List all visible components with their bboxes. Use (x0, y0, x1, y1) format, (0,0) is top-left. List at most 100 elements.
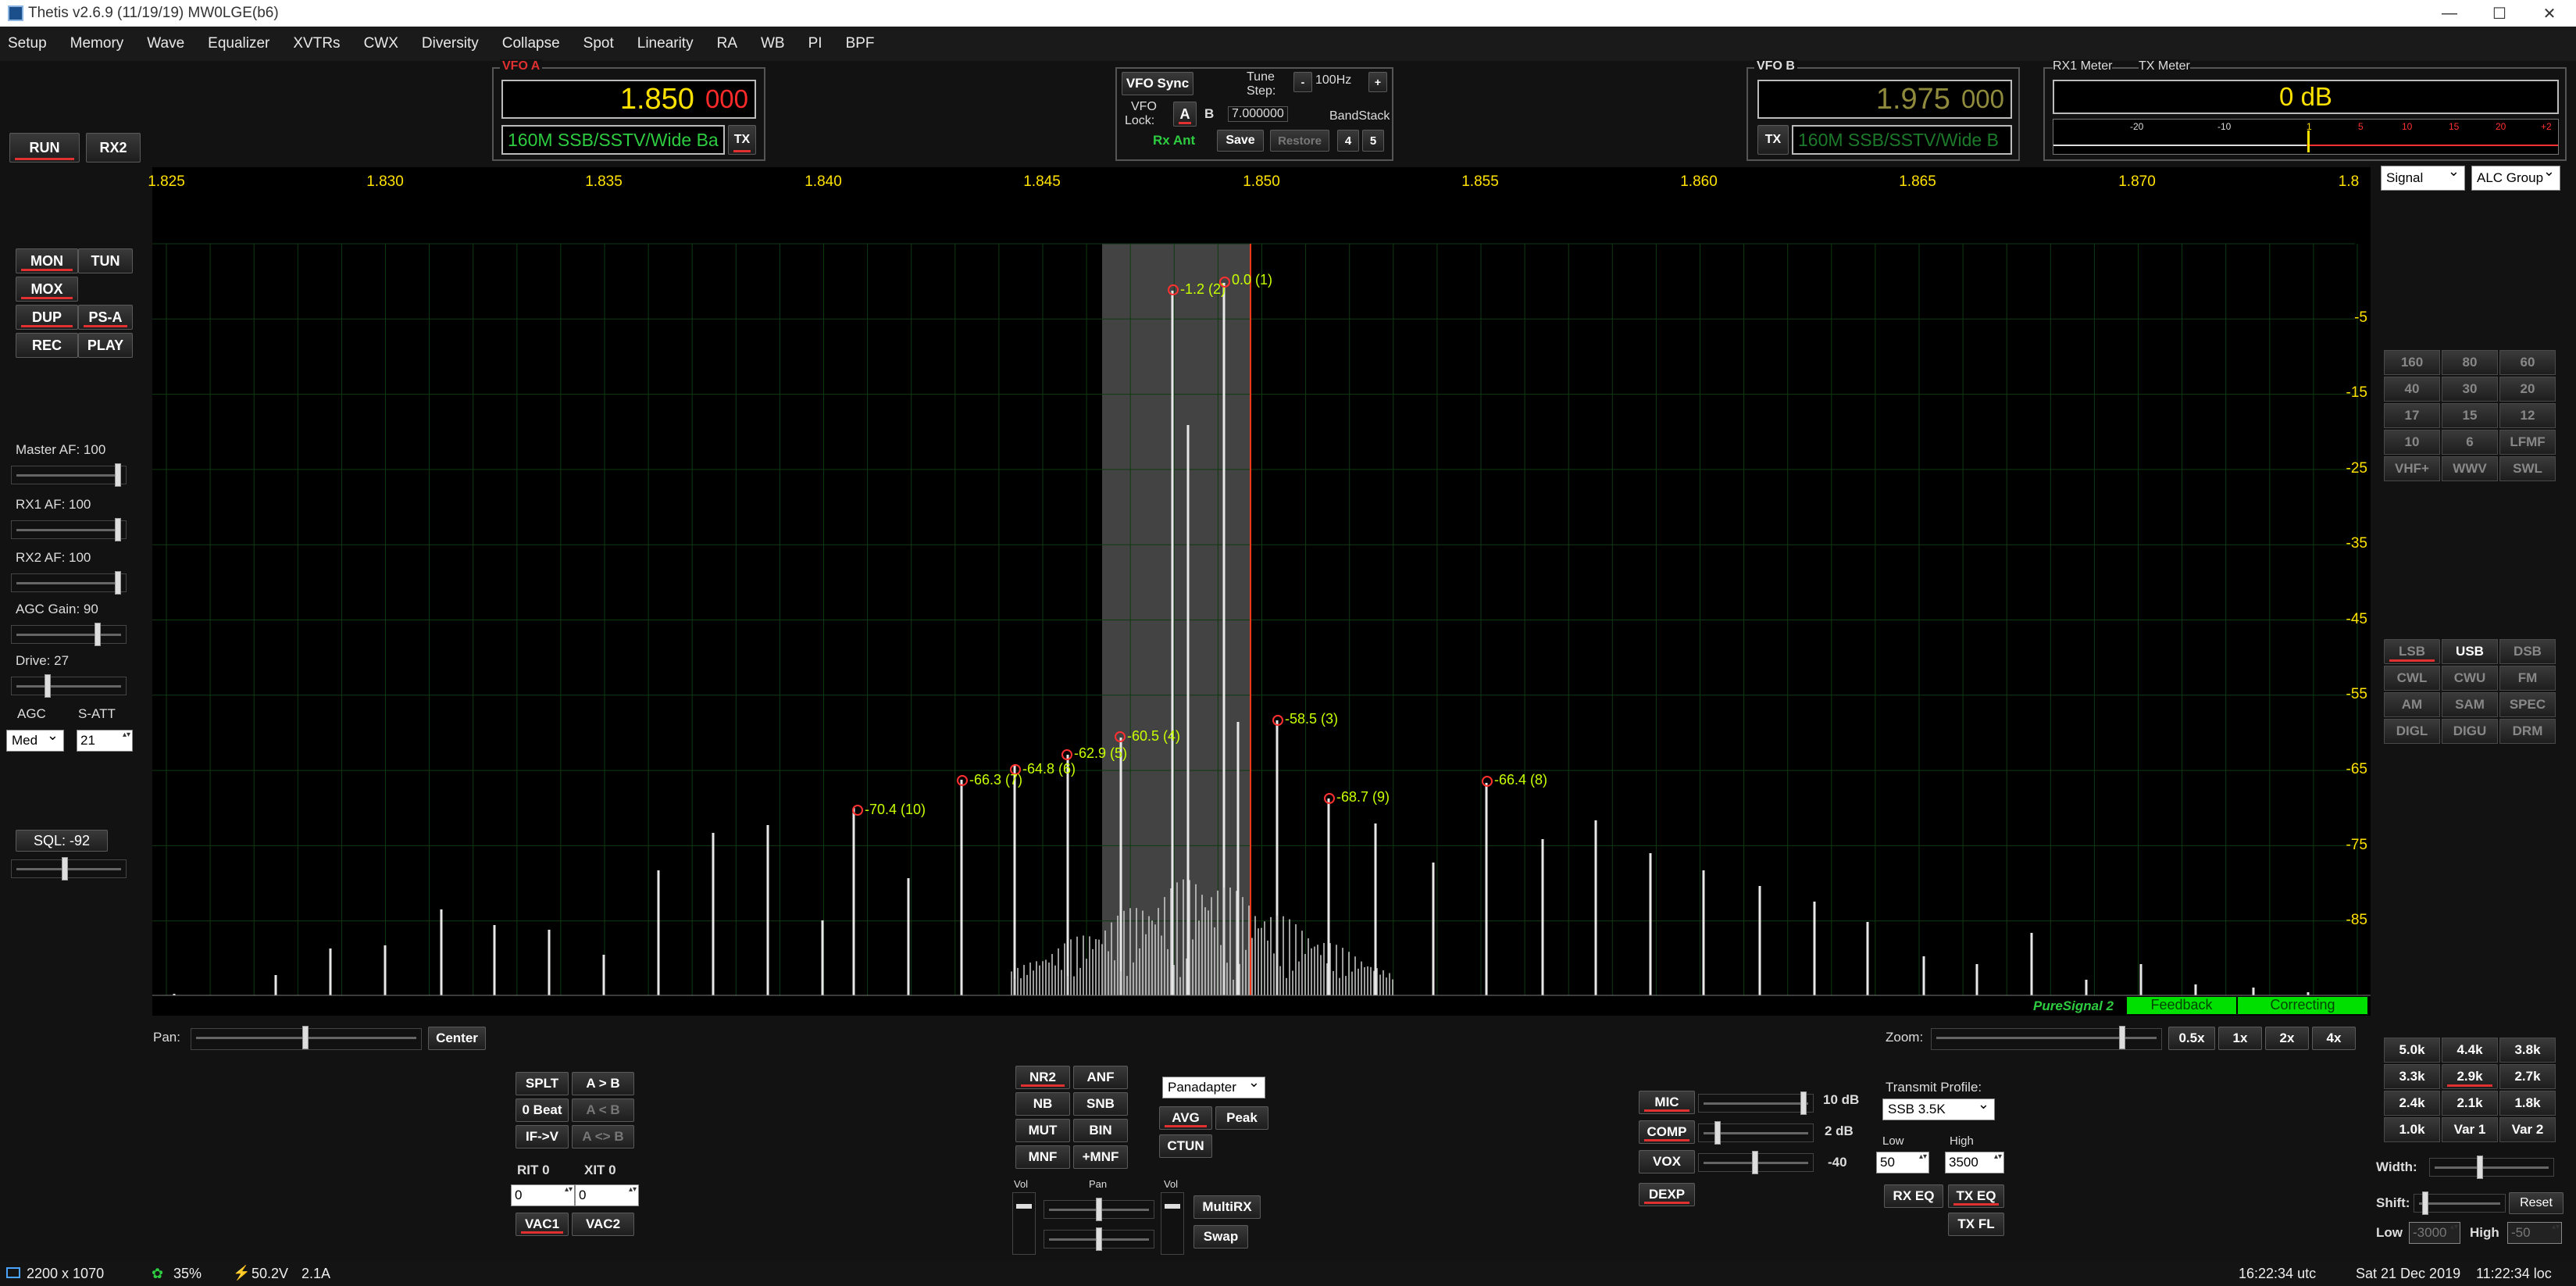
zoom-slider[interactable] (1931, 1026, 2162, 1050)
filter-5k-button[interactable]: 5.0k (2384, 1038, 2440, 1063)
zoom-2x-button[interactable]: 2x (2265, 1027, 2309, 1050)
vfo-b-tx-button[interactable]: TX (1757, 125, 1789, 155)
vfo-a-mode[interactable]: 160M SSB/SSTV/Wide Ba (501, 125, 725, 155)
nb-button[interactable]: NB (1015, 1092, 1070, 1116)
display-mode-select[interactable]: Panadapter (1162, 1074, 1265, 1098)
menu-wb[interactable]: WB (761, 35, 785, 52)
mode-fm-button[interactable]: FM (2499, 666, 2556, 691)
band-vhf-button[interactable]: VHF+ (2384, 456, 2440, 481)
peak-button[interactable]: Peak (1215, 1106, 1268, 1130)
split-button[interactable]: SPLT (516, 1072, 569, 1095)
mode-spec-button[interactable]: SPEC (2499, 692, 2556, 717)
mode-usb-button[interactable]: USB (2442, 639, 2498, 664)
band-60-button[interactable]: 60 (2499, 350, 2556, 375)
reset-button[interactable]: Reset (2509, 1192, 2564, 1214)
mox-button[interactable]: MOX (16, 277, 78, 302)
band-12-button[interactable]: 12 (2499, 403, 2556, 428)
play-button[interactable]: PLAY (78, 333, 133, 358)
filter-24k-button[interactable]: 2.4k (2384, 1091, 2440, 1116)
vfo-b-frequency[interactable]: 1.975 000 (1757, 80, 2012, 119)
vfo-a-tx-button[interactable]: TX (728, 125, 756, 155)
b-to-a-button[interactable]: A < B (572, 1098, 634, 1122)
band-wwv-button[interactable]: WWV (2442, 456, 2498, 481)
menu-diversity[interactable]: Diversity (422, 35, 479, 52)
lock-a-button[interactable]: A (1173, 102, 1197, 127)
step-plus-button[interactable]: + (1368, 72, 1387, 92)
vox-slider[interactable] (1698, 1151, 1814, 1174)
tx-high-field[interactable]: 3500 (1945, 1152, 2004, 1173)
zoom-4x-button[interactable]: 4x (2312, 1027, 2356, 1050)
tx-meter-label[interactable]: TX Meter (2139, 59, 2190, 73)
tx-low-field[interactable]: 50 (1876, 1152, 1929, 1173)
sql-slider[interactable] (11, 857, 127, 881)
menu-equalizer[interactable]: Equalizer (208, 35, 269, 52)
zoom-1x-button[interactable]: 1x (2218, 1027, 2262, 1050)
rx1-af-slider[interactable] (11, 518, 127, 541)
rx-ant-label[interactable]: Rx Ant (1153, 133, 1195, 148)
mode-lsb-button[interactable]: LSB (2384, 639, 2440, 664)
menu-memory[interactable]: Memory (70, 35, 124, 52)
rit-field[interactable]: 0 (511, 1184, 575, 1206)
band-swl-button[interactable]: SWL (2499, 456, 2556, 481)
filter-29k-button[interactable]: 2.9k (2442, 1064, 2498, 1089)
rit-label[interactable]: RIT 0 (517, 1163, 550, 1178)
menu-cwx[interactable]: CWX (364, 35, 398, 52)
menu-xvtrs[interactable]: XVTRs (293, 35, 340, 52)
panadapter-display[interactable]: 1.825 1.830 1.835 1.840 1.845 1.850 1.85… (148, 167, 2371, 1016)
plus-mnf-button[interactable]: +MNF (1073, 1145, 1128, 1169)
bin-button[interactable]: BIN (1073, 1119, 1128, 1142)
bandstack-5-button[interactable]: 5 (1362, 130, 1384, 152)
rx2-pan-slider[interactable] (1044, 1227, 1154, 1251)
bandstack-4-button[interactable]: 4 (1337, 130, 1359, 152)
mic-slider[interactable] (1698, 1091, 1814, 1115)
filter-18k-button[interactable]: 1.8k (2499, 1091, 2556, 1116)
agc-mode-select[interactable]: Med (6, 727, 64, 752)
mode-sam-button[interactable]: SAM (2442, 692, 2498, 717)
filter-high-field[interactable]: -50 (2507, 1222, 2562, 1244)
menu-ra[interactable]: RA (717, 35, 737, 52)
multirx-button[interactable]: MultiRX (1193, 1195, 1261, 1219)
mode-dsb-button[interactable]: DSB (2499, 639, 2556, 664)
tx-profile-select[interactable]: SSB 3.5K (1882, 1096, 1995, 1120)
pan-slider[interactable] (191, 1026, 422, 1050)
vfo-sync-button[interactable]: VFO Sync (1122, 72, 1193, 95)
vac2-button[interactable]: VAC2 (572, 1213, 634, 1236)
dup-button[interactable]: DUP (16, 305, 78, 330)
mode-digu-button[interactable]: DIGU (2442, 719, 2498, 744)
satt-field[interactable]: 21 (77, 730, 133, 752)
mute-button[interactable]: MUT (1015, 1119, 1070, 1142)
maximize-button[interactable]: ☐ (2474, 0, 2524, 27)
band-17-button[interactable]: 17 (2384, 403, 2440, 428)
sql-button[interactable]: SQL: -92 (16, 830, 108, 852)
rx2-vol-slider[interactable] (1161, 1192, 1184, 1255)
mon-button[interactable]: MON (16, 248, 78, 273)
tx-fl-button[interactable]: TX FL (1948, 1213, 2004, 1236)
band-160-button[interactable]: 160 (2384, 350, 2440, 375)
xit-label[interactable]: XIT 0 (584, 1163, 616, 1178)
minimize-button[interactable]: — (2424, 0, 2474, 27)
rx1-vol-slider[interactable] (1012, 1192, 1036, 1255)
menu-collapse[interactable]: Collapse (502, 35, 560, 52)
band-6-button[interactable]: 6 (2442, 430, 2498, 455)
band-15-button[interactable]: 15 (2442, 403, 2498, 428)
vfo-a-frequency[interactable]: 1.850 000 (501, 80, 756, 119)
run-button[interactable]: RUN (9, 133, 80, 163)
rx2-button[interactable]: RX2 (86, 133, 141, 163)
mic-button[interactable]: MIC (1639, 1091, 1695, 1114)
menu-setup[interactable]: Setup (8, 35, 47, 52)
psa-button[interactable]: PS-A (78, 305, 133, 330)
snb-button[interactable]: SNB (1073, 1092, 1128, 1116)
width-slider[interactable] (2429, 1156, 2554, 1179)
rx1-meter-label[interactable]: RX1 Meter (2053, 59, 2113, 73)
rx2-af-slider[interactable] (11, 571, 127, 595)
menu-pi[interactable]: PI (808, 35, 822, 52)
filter-low-field[interactable]: -3000 (2409, 1222, 2460, 1244)
restore-button[interactable]: Restore (1270, 130, 1329, 152)
menu-bpf[interactable]: BPF (846, 35, 875, 52)
vfo-b-mode[interactable]: 160M SSB/SSTV/Wide B (1792, 125, 2012, 155)
band-30-button[interactable]: 30 (2442, 377, 2498, 402)
close-button[interactable]: ✕ (2524, 0, 2574, 27)
anf-button[interactable]: ANF (1073, 1066, 1128, 1089)
lock-b-label[interactable]: B (1204, 106, 1214, 122)
if-to-v-button[interactable]: IF->V (516, 1125, 569, 1148)
